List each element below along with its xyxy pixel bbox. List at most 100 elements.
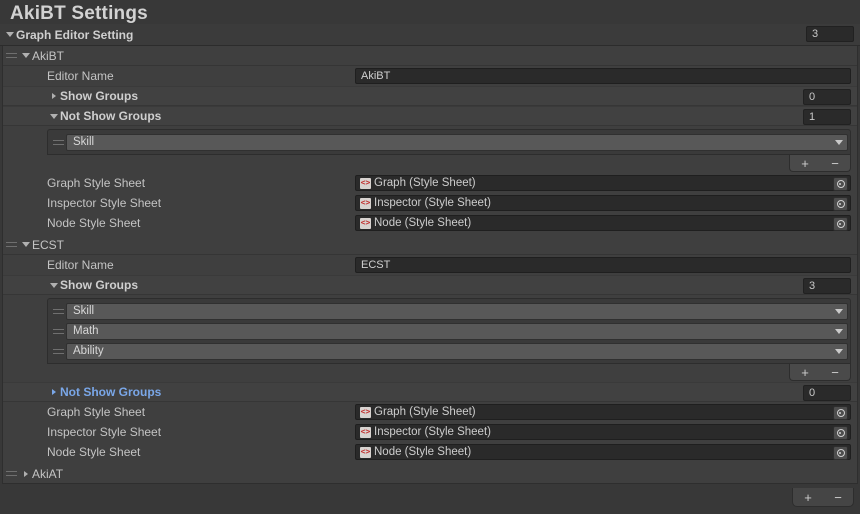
drag-handle-icon[interactable] bbox=[50, 132, 66, 152]
group-dropdown-value: Skill bbox=[73, 136, 95, 148]
not-show-groups-label: Not Show Groups bbox=[60, 109, 162, 123]
node-style-sheet-label: Node Style Sheet bbox=[47, 216, 141, 230]
list-item[interactable]: Skill bbox=[50, 301, 848, 321]
chevron-down-icon bbox=[835, 348, 843, 354]
foldout-arrow-icon[interactable] bbox=[3, 25, 16, 45]
foldout-arrow-icon[interactable] bbox=[47, 86, 60, 106]
object-picker-icon[interactable] bbox=[833, 197, 848, 211]
inspector-style-sheet-field[interactable]: <> Inspector (Style Sheet) bbox=[355, 195, 851, 211]
editor-name-ecst: ECST bbox=[32, 237, 65, 252]
object-picker-icon[interactable] bbox=[833, 446, 848, 460]
show-groups-count[interactable]: 3 bbox=[803, 278, 851, 294]
editor-header-akibt[interactable]: AkiBT bbox=[3, 46, 857, 66]
editor-header-akiat[interactable]: AkiAT bbox=[3, 464, 857, 484]
style-sheet-icon: <> bbox=[360, 177, 371, 189]
style-sheet-icon: <> bbox=[360, 197, 371, 209]
style-sheet-icon: <> bbox=[360, 406, 371, 418]
graph-style-sheet-field[interactable]: <> Graph (Style Sheet) bbox=[355, 175, 851, 191]
editors-list-footer: + − bbox=[0, 488, 860, 514]
show-groups-list-footer-ecst: + − bbox=[47, 364, 851, 382]
group-dropdown-value: Ability bbox=[73, 345, 104, 357]
group-dropdown[interactable]: Skill bbox=[66, 133, 848, 151]
editor-body-ecst: Editor Name ECST Show Groups 3 Skill Mat… bbox=[3, 255, 857, 464]
group-dropdown-value: Skill bbox=[73, 305, 95, 317]
node-style-sheet-label: Node Style Sheet bbox=[47, 445, 141, 459]
not-show-groups-label: Not Show Groups bbox=[60, 385, 162, 399]
group-dropdown[interactable]: Ability bbox=[66, 342, 848, 360]
show-groups-list-ecst: Skill Math Ability bbox=[47, 298, 851, 364]
chevron-down-icon bbox=[835, 139, 843, 145]
node-style-sheet-field[interactable]: <> Node (Style Sheet) bbox=[355, 444, 851, 460]
not-show-groups-foldout-akibt[interactable]: Not Show Groups 1 bbox=[3, 106, 857, 126]
node-style-sheet-value: Node (Style Sheet) bbox=[374, 217, 472, 229]
show-groups-count[interactable]: 0 bbox=[803, 89, 851, 105]
chevron-down-icon bbox=[835, 308, 843, 314]
list-item[interactable]: Skill bbox=[50, 132, 848, 152]
inspector-style-sheet-value: Inspector (Style Sheet) bbox=[374, 197, 491, 209]
drag-handle-icon[interactable] bbox=[50, 321, 66, 341]
drag-handle-icon[interactable] bbox=[3, 46, 19, 66]
not-show-groups-count[interactable]: 1 bbox=[803, 109, 851, 125]
list-item[interactable]: Ability bbox=[50, 341, 848, 361]
page-title: AkiBT Settings bbox=[10, 3, 148, 24]
editor-header-ecst[interactable]: ECST bbox=[3, 235, 857, 255]
inspector-style-sheet-label: Inspector Style Sheet bbox=[47, 425, 162, 439]
editor-name-label: Editor Name bbox=[47, 69, 114, 83]
drag-handle-icon[interactable] bbox=[3, 235, 19, 255]
foldout-arrow-icon[interactable] bbox=[47, 382, 60, 402]
group-dropdown[interactable]: Math bbox=[66, 322, 848, 340]
list-item[interactable]: Math bbox=[50, 321, 848, 341]
node-style-sheet-row: Node Style Sheet <> Node (Style Sheet) bbox=[3, 213, 857, 233]
object-picker-icon[interactable] bbox=[833, 406, 848, 420]
inspector-style-sheet-row: Inspector Style Sheet <> Inspector (Styl… bbox=[3, 193, 857, 213]
foldout-arrow-icon[interactable] bbox=[19, 235, 32, 255]
drag-handle-icon[interactable] bbox=[50, 301, 66, 321]
inspector-style-sheet-field[interactable]: <> Inspector (Style Sheet) bbox=[355, 424, 851, 440]
add-item-button[interactable]: + bbox=[794, 365, 816, 380]
drag-handle-icon[interactable] bbox=[3, 464, 19, 484]
add-item-button[interactable]: + bbox=[794, 156, 816, 171]
editor-name-row: Editor Name AkiBT bbox=[3, 66, 857, 86]
not-show-groups-count[interactable]: 0 bbox=[803, 385, 851, 401]
remove-item-button[interactable]: − bbox=[824, 156, 846, 171]
show-groups-foldout-ecst[interactable]: Show Groups 3 bbox=[3, 275, 857, 295]
show-groups-foldout-akibt[interactable]: Show Groups 0 bbox=[3, 86, 857, 106]
node-style-sheet-value: Node (Style Sheet) bbox=[374, 446, 472, 458]
remove-editor-button[interactable]: − bbox=[827, 490, 849, 505]
inspector-style-sheet-label: Inspector Style Sheet bbox=[47, 196, 162, 210]
not-show-groups-list-footer-akibt: + − bbox=[47, 155, 851, 173]
editor-card-ecst: ECST Editor Name ECST Show Groups 3 Skil… bbox=[2, 235, 858, 464]
editor-card-akibt: AkiBT Editor Name AkiBT Show Groups 0 No… bbox=[2, 46, 858, 235]
graph-style-sheet-value: Graph (Style Sheet) bbox=[374, 177, 476, 189]
chevron-down-icon bbox=[835, 328, 843, 334]
object-picker-icon[interactable] bbox=[833, 177, 848, 191]
graph-style-sheet-label: Graph Style Sheet bbox=[47, 176, 146, 190]
foldout-arrow-icon[interactable] bbox=[47, 275, 60, 295]
node-style-sheet-field[interactable]: <> Node (Style Sheet) bbox=[355, 215, 851, 231]
style-sheet-icon: <> bbox=[360, 426, 371, 438]
editor-name-label: Editor Name bbox=[47, 258, 114, 272]
editor-name-akibt: AkiBT bbox=[32, 48, 65, 63]
add-editor-button[interactable]: + bbox=[797, 490, 819, 505]
group-dropdown[interactable]: Skill bbox=[66, 302, 848, 320]
editor-name-input[interactable]: AkiBT bbox=[355, 68, 851, 84]
node-style-sheet-row: Node Style Sheet <> Node (Style Sheet) bbox=[3, 442, 857, 462]
graph-style-sheet-field[interactable]: <> Graph (Style Sheet) bbox=[355, 404, 851, 420]
foldout-arrow-icon[interactable] bbox=[47, 106, 60, 126]
object-picker-icon[interactable] bbox=[833, 217, 848, 231]
graph-editor-setting-label: Graph Editor Setting bbox=[16, 27, 134, 42]
remove-item-button[interactable]: − bbox=[824, 365, 846, 380]
graph-editor-setting-foldout[interactable]: Graph Editor Setting 3 bbox=[0, 24, 860, 46]
editor-name-akiat: AkiAT bbox=[32, 466, 64, 481]
not-show-groups-foldout-ecst[interactable]: Not Show Groups 0 bbox=[3, 382, 857, 402]
inspector-style-sheet-row: Inspector Style Sheet <> Inspector (Styl… bbox=[3, 422, 857, 442]
object-picker-icon[interactable] bbox=[833, 426, 848, 440]
drag-handle-icon[interactable] bbox=[50, 341, 66, 361]
foldout-arrow-icon[interactable] bbox=[19, 464, 32, 484]
style-sheet-icon: <> bbox=[360, 446, 371, 458]
graph-editor-setting-count[interactable]: 3 bbox=[806, 26, 854, 42]
graph-style-sheet-label: Graph Style Sheet bbox=[47, 405, 146, 419]
foldout-arrow-icon[interactable] bbox=[19, 46, 32, 66]
editor-name-input[interactable]: ECST bbox=[355, 257, 851, 273]
list-footer-buttons: + − bbox=[789, 155, 851, 172]
